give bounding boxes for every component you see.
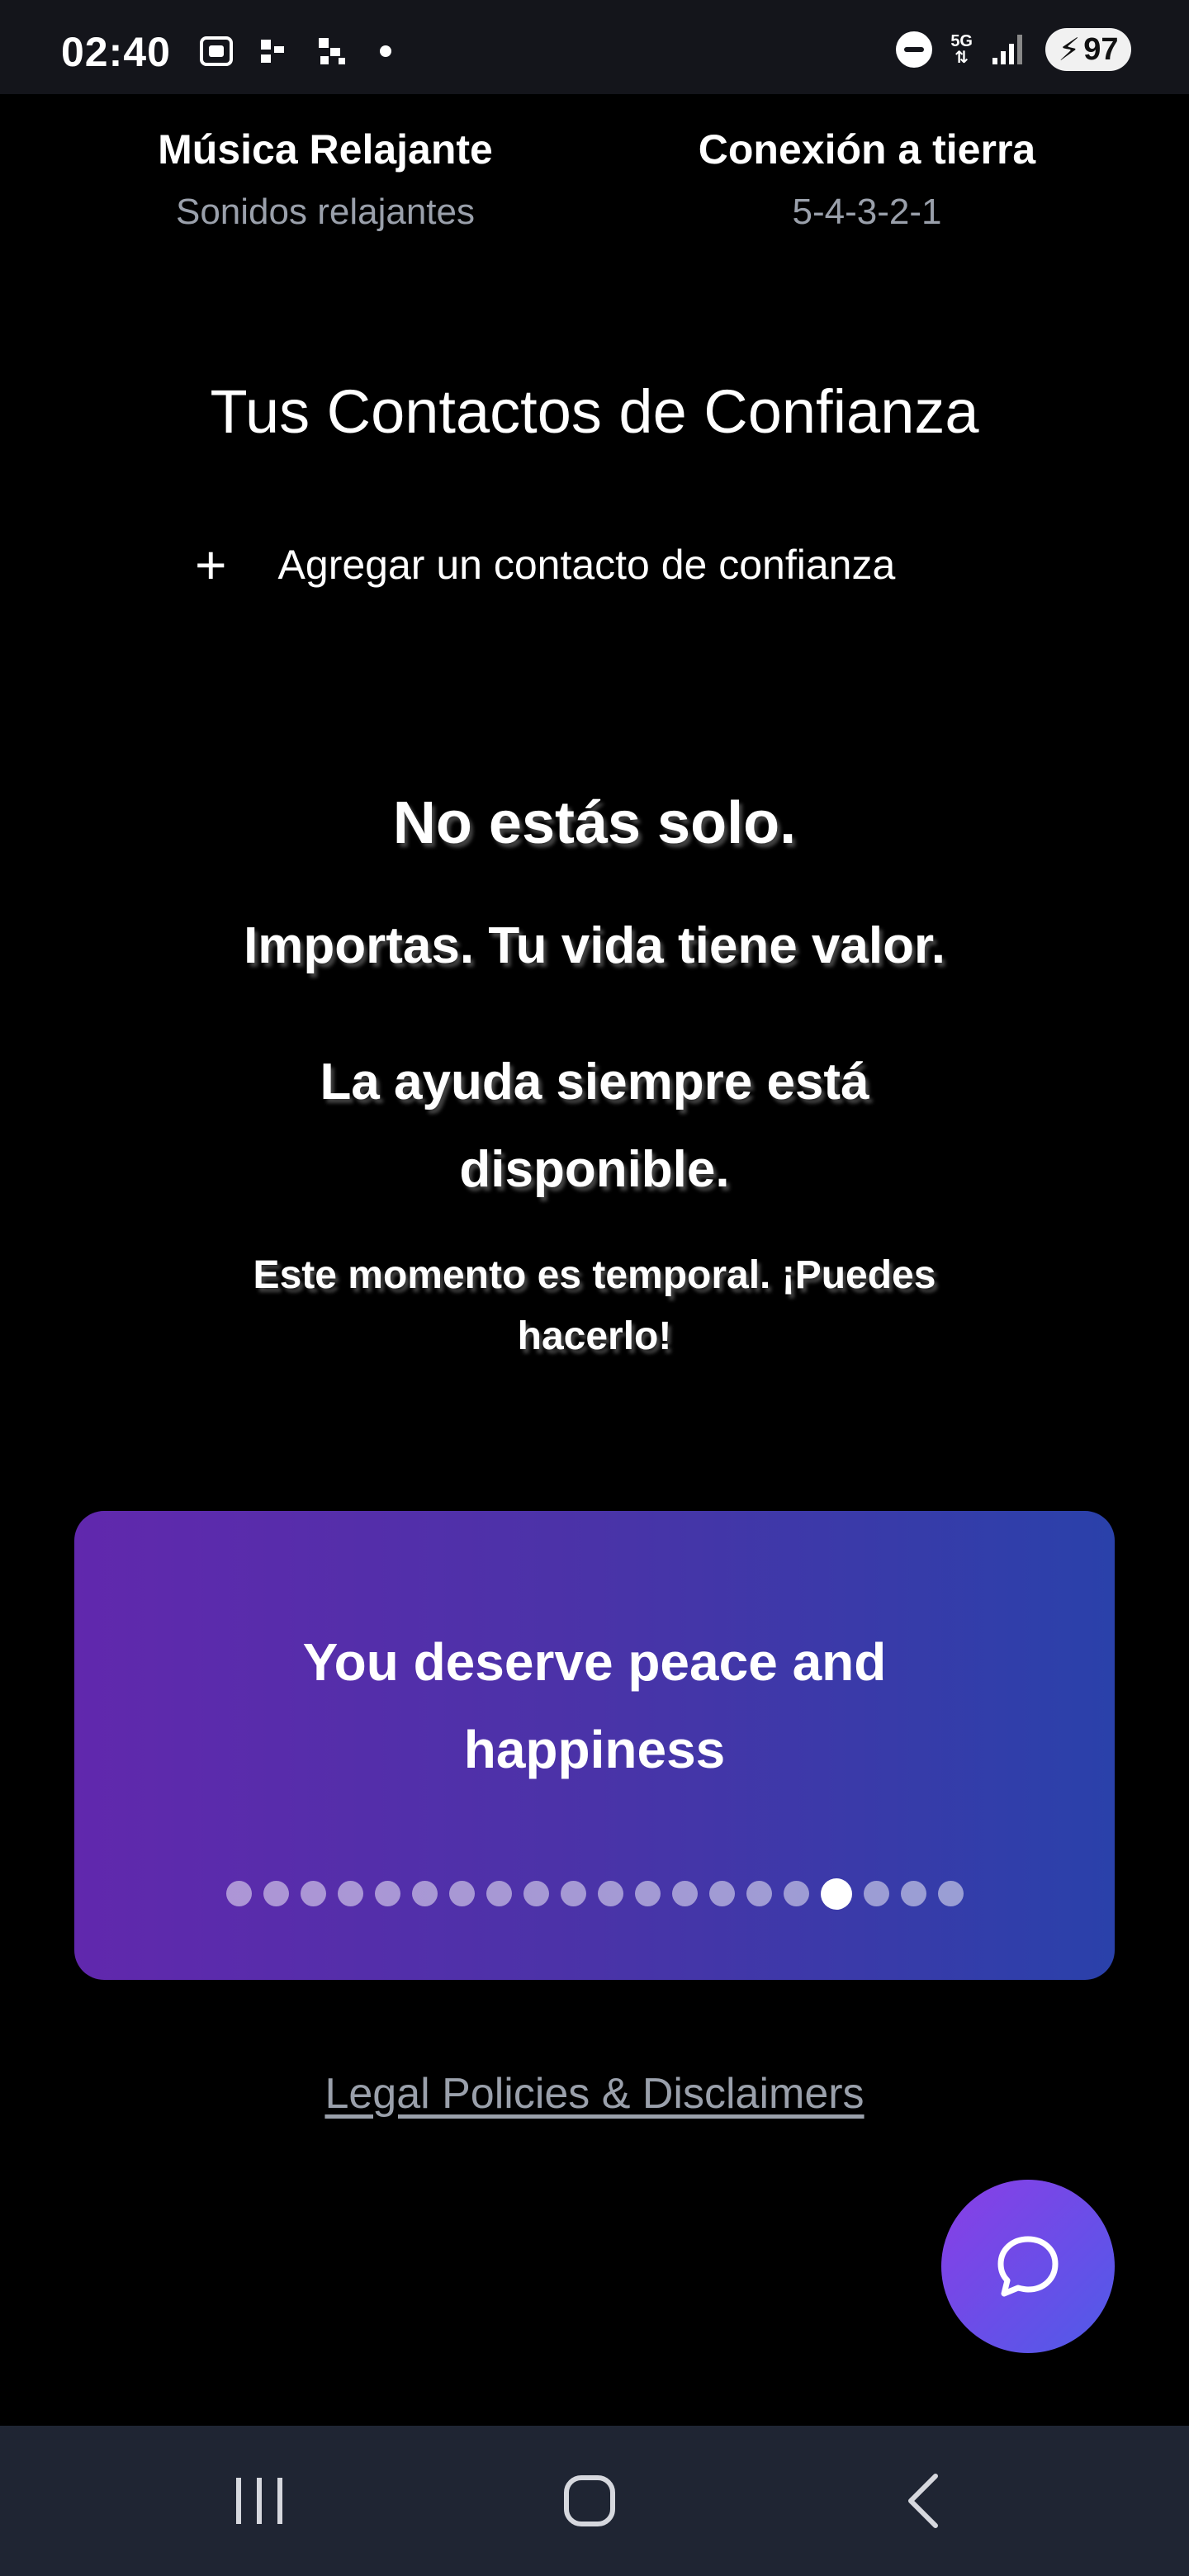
carousel-dot[interactable] [411,1881,438,1906]
carousel-dot[interactable] [225,1881,252,1906]
message-temporary: Este momento es temporal. ¡Puedes hacerl… [253,1253,936,1358]
feature-title: Música Relajante [158,126,493,173]
recent-apps-icon [236,2478,282,2524]
battery-level: 97 [1083,31,1119,67]
message-help-available: La ayuda siempre está disponible. [320,1054,869,1198]
affirmation-text: You deserve peace and happiness [302,1632,887,1779]
legal-policies-link[interactable]: Legal Policies & Disclaimers [0,2069,1189,2119]
battery-indicator: ⚡ 97 [1045,28,1131,71]
carousel-dot[interactable] [937,1881,964,1906]
trusted-contacts-title: Tus Contactos de Confianza [210,377,979,446]
feature-subtitle: Sonidos relajantes [175,192,475,232]
status-time: 02:40 [61,29,171,75]
carousel-dot[interactable] [746,1881,772,1906]
carousel-dot[interactable] [337,1881,363,1906]
feature-title: Conexión a tierra [698,126,1036,173]
plus-icon: + [195,534,227,595]
relaxing-music-feature[interactable]: Música Relajante Sonidos relajantes [111,125,540,233]
status-right: 5G ⇅ ⚡ 97 [896,28,1131,71]
carousel-dot[interactable] [783,1881,809,1906]
home-icon [564,2475,615,2526]
system-navigation-bar [0,2426,1189,2576]
notification-icons [198,33,391,69]
carousel-indicator [74,1878,1115,1910]
carousel-dot[interactable] [708,1881,735,1906]
carousel-dot[interactable] [671,1881,698,1906]
carousel-dot[interactable] [486,1881,512,1906]
carousel-dot[interactable] [634,1881,661,1906]
more-notifications-dot [380,45,391,57]
charging-icon: ⚡ [1058,32,1081,68]
chat-button[interactable] [941,2180,1115,2353]
do-not-disturb-icon [896,31,933,68]
carousel-dot[interactable] [863,1881,889,1906]
carousel-dot[interactable] [900,1881,926,1906]
carousel-dot[interactable] [560,1881,586,1906]
carousel-dot[interactable] [597,1881,623,1906]
grounding-feature[interactable]: Conexión a tierra 5-4-3-2-1 [652,125,1082,233]
signal-icon [992,35,1022,64]
recent-apps-button[interactable] [210,2464,309,2538]
app-notification-icon [261,40,284,63]
affirmation-carousel[interactable]: You deserve peace and happiness [74,1511,1115,1980]
screenshot-icon [200,36,233,66]
back-button[interactable] [874,2464,973,2538]
chat-bubble-icon [997,2236,1059,2297]
carousel-dot[interactable] [374,1881,400,1906]
carousel-dot[interactable] [523,1881,549,1906]
carousel-dot[interactable] [448,1881,475,1906]
carousel-dot-active[interactable] [820,1878,852,1910]
add-contact-label: Agregar un contacto de confianza [277,542,896,588]
message-you-matter: Importas. Tu vida tiene valor. [244,917,945,974]
add-trusted-contact-button[interactable]: + Agregar un contacto de confianza [195,534,896,595]
feature-subtitle: 5-4-3-2-1 [792,192,942,232]
carousel-dot[interactable] [263,1881,289,1906]
carousel-dot[interactable] [300,1881,326,1906]
app-notification-icon [319,38,345,64]
message-not-alone: No estás solo. [392,790,797,856]
home-button[interactable] [540,2464,639,2538]
status-bar: 02:40 5G ⇅ ⚡ 97 [0,0,1189,94]
back-icon [908,2474,938,2528]
network-type: 5G ⇅ [950,32,973,67]
